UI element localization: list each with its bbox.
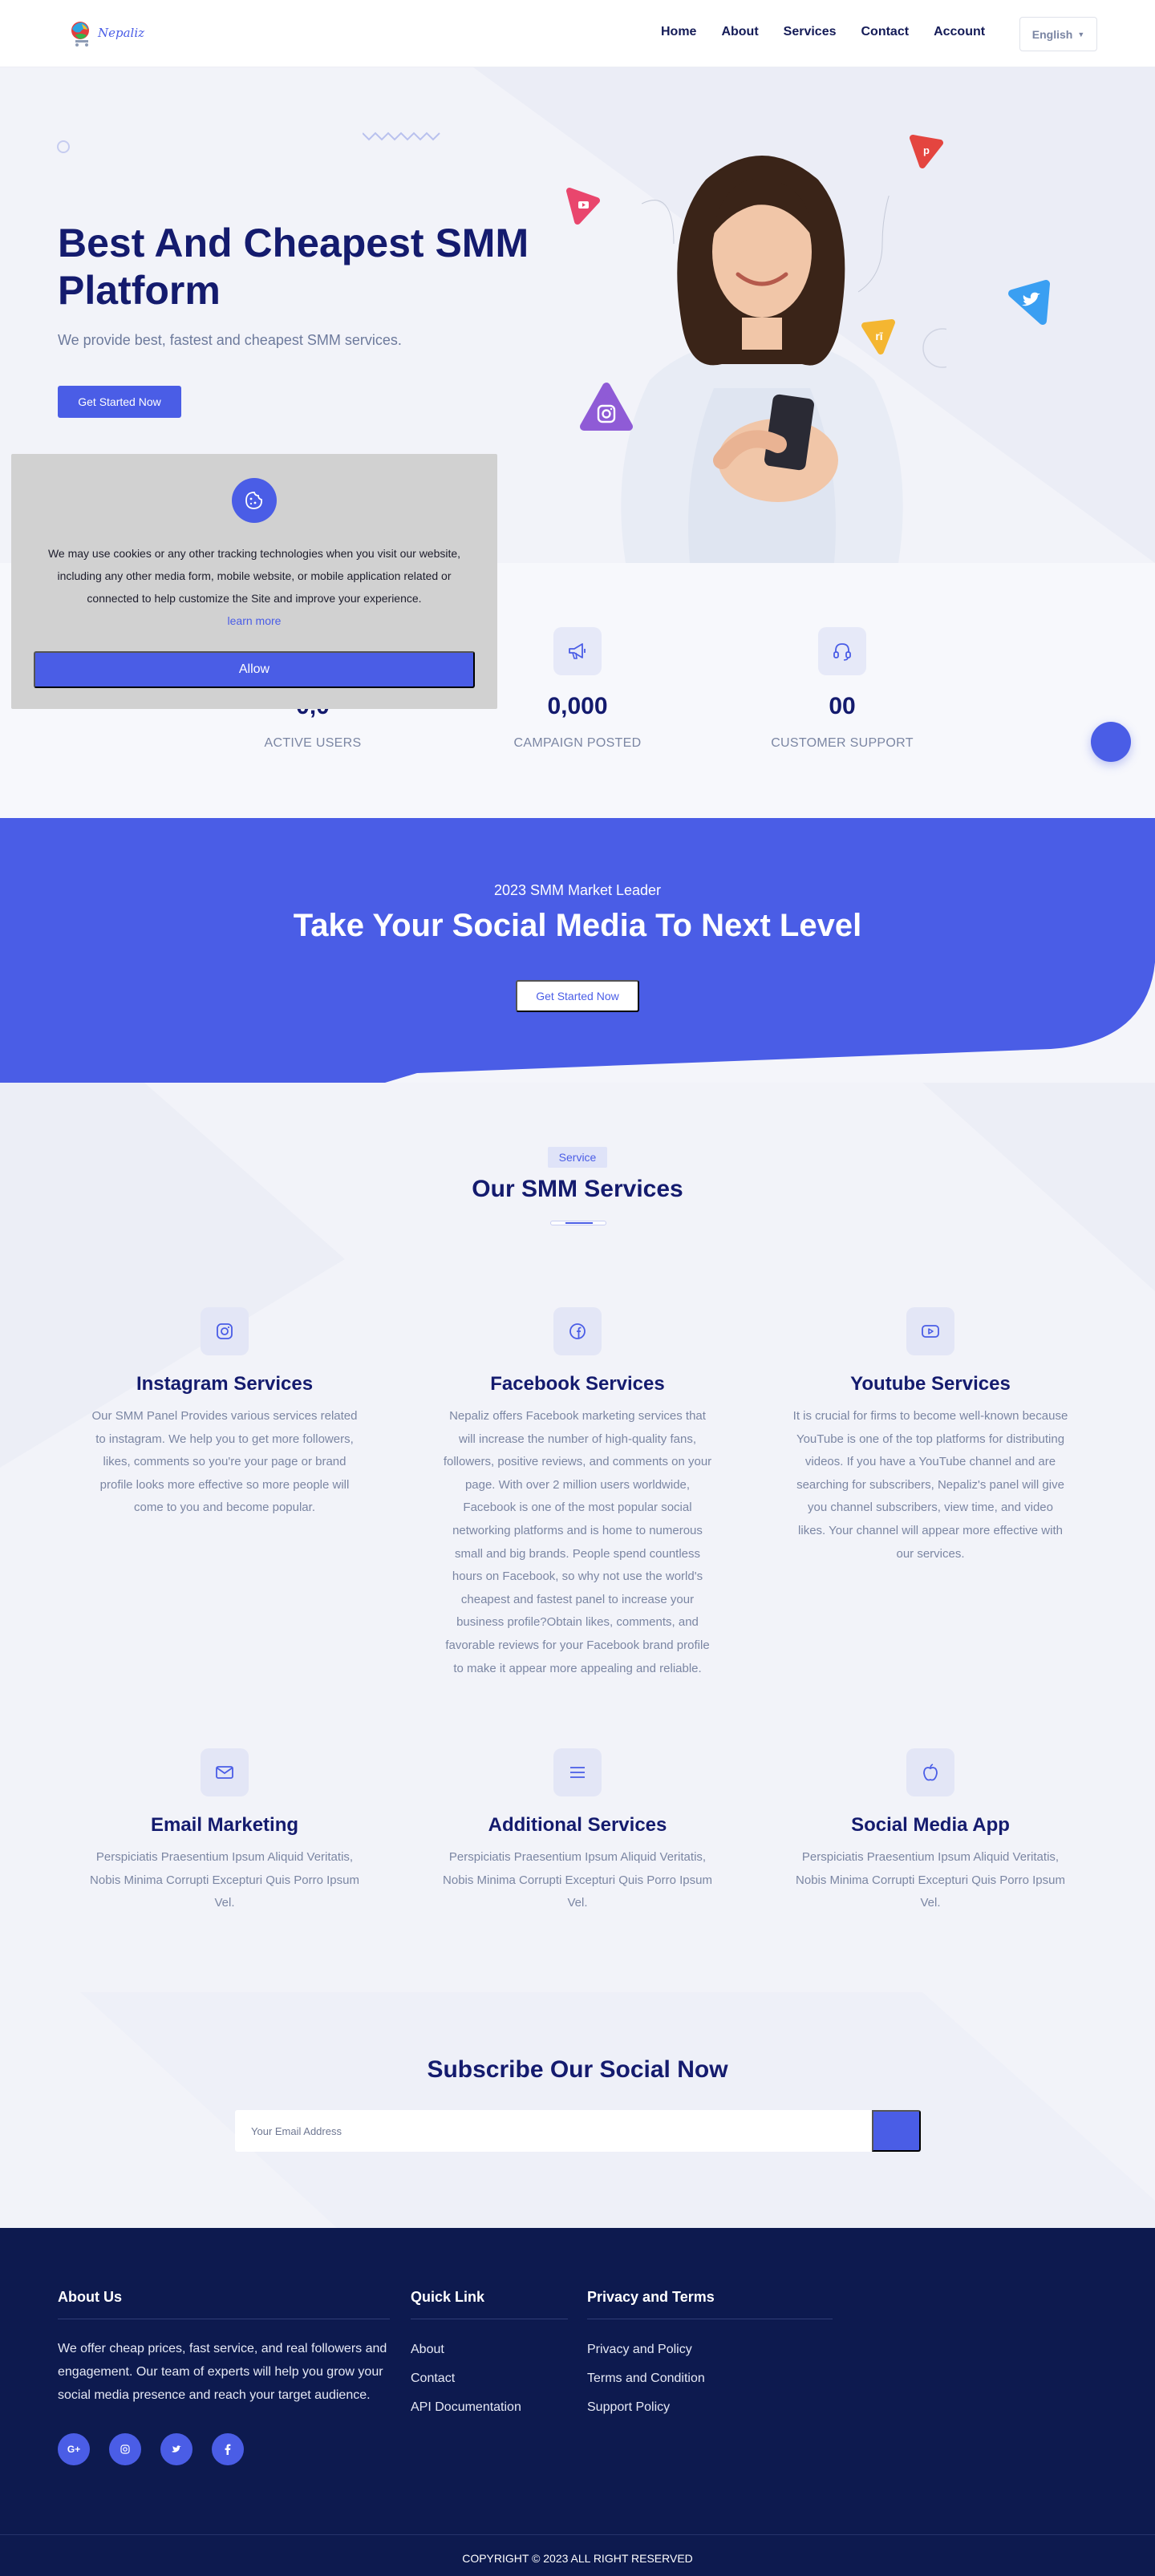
circle-decoration-icon — [57, 140, 70, 153]
services-title: Our SMM Services — [472, 1176, 683, 1202]
logo-text: Nepaliz — [98, 26, 145, 40]
subscribe-email-input[interactable] — [235, 2110, 872, 2152]
service-instagram: Instagram Services Our SMM Panel Provide… — [80, 1307, 369, 1520]
service-desc: Perspiciatis Praesentium Ipsum Aliquid V… — [796, 1850, 1065, 1910]
stat-label: CUSTOMER SUPPORT — [771, 736, 914, 750]
service-name: Email Marketing — [150, 1814, 299, 1836]
hero-get-started-button[interactable]: Get Started Now — [58, 386, 181, 418]
footer-quick-title: Quick Link — [411, 2289, 568, 2319]
facebook-icon[interactable] — [212, 2433, 244, 2465]
service-name: Facebook Services — [490, 1373, 665, 1395]
stat-value: 0,000 — [547, 693, 608, 719]
service-name: Social Media App — [851, 1814, 1010, 1836]
footer-terms-title: Privacy and Terms — [587, 2289, 833, 2319]
language-select[interactable]: English ▼ — [1019, 17, 1097, 51]
service-email-marketing: Email Marketing Perspiciatis Praesentium… — [80, 1748, 369, 1915]
hero-subtitle: We provide best, fastest and cheapest SM… — [58, 332, 402, 348]
service-desc: Nepaliz offers Facebook marketing servic… — [443, 1409, 712, 1675]
logo[interactable]: Nepaliz — [64, 16, 144, 51]
megaphone-icon — [553, 627, 602, 675]
footer-about-text: We offer cheap prices, fast service, and… — [58, 2342, 387, 2402]
nav-services[interactable]: Services — [784, 25, 837, 39]
svg-text:p: p — [923, 144, 930, 156]
caret-down-icon: ▼ — [1077, 30, 1085, 38]
apple-icon — [906, 1748, 954, 1796]
footer-social-links: G+ — [58, 2433, 263, 2465]
services-section: Service Our SMM Services Instagram Servi… — [0, 1083, 1155, 1992]
cta-background-shape — [0, 818, 1155, 1083]
cookie-message: We may use cookies or any other tracking… — [35, 542, 473, 632]
copyright: COPYRIGHT © 2023 ALL RIGHT RESERVED — [462, 2552, 693, 2565]
nav-contact[interactable]: Contact — [861, 25, 910, 39]
nav-about[interactable]: About — [721, 25, 758, 39]
services-badge: Service — [548, 1147, 607, 1168]
language-value: English — [1031, 27, 1073, 41]
footer-about: About Us We offer cheap prices, fast ser… — [58, 2289, 390, 2407]
email-icon — [201, 1748, 249, 1796]
cta-section: 2023 SMM Market Leader Take Your Social … — [0, 818, 1155, 1083]
service-facebook: Facebook Services Nepaliz offers Faceboo… — [433, 1307, 722, 1680]
cookie-allow-button[interactable]: Allow — [34, 651, 475, 688]
youtube-icon — [906, 1307, 954, 1355]
cta-get-started-button[interactable]: Get Started Now — [516, 980, 639, 1012]
nav-home[interactable]: Home — [661, 25, 696, 39]
cookie-icon — [232, 478, 277, 523]
footer-link-privacy[interactable]: Privacy and Policy — [587, 2335, 833, 2364]
main-nav: Home About Services Contact Account — [661, 25, 1010, 39]
instagram-icon[interactable] — [109, 2433, 141, 2465]
service-additional: Additional Services Perspiciatis Praesen… — [433, 1748, 722, 1915]
service-desc: Our SMM Panel Provides various services … — [91, 1409, 358, 1515]
menu-lines-icon — [553, 1748, 602, 1796]
footer-link-support[interactable]: Support Policy — [587, 2393, 833, 2422]
subscribe-section: Subscribe Our Social Now — [0, 1992, 1155, 2228]
twitter-icon[interactable] — [160, 2433, 192, 2465]
footer-privacy-terms: Privacy and Terms Privacy and Policy Ter… — [587, 2289, 833, 2422]
facebook-icon — [553, 1307, 602, 1355]
cookie-learn-more-link[interactable]: learn more — [228, 614, 282, 627]
google-plus-icon[interactable]: G+ — [58, 2433, 90, 2465]
nav-account[interactable]: Account — [934, 25, 985, 39]
stat-value: 00 — [829, 693, 856, 719]
stat-campaign-posted: 0,000 CAMPAIGN POSTED — [497, 627, 658, 751]
stat-customer-support: 00 CUSTOMER SUPPORT — [762, 627, 922, 751]
cta-eyebrow: 2023 SMM Market Leader — [493, 882, 662, 898]
stat-label: ACTIVE USERS — [264, 736, 362, 750]
footer-about-title: About Us — [58, 2289, 390, 2319]
footer-quick-links: Quick Link About Contact API Documentati… — [411, 2289, 568, 2422]
google-plus-label: G+ — [67, 2444, 81, 2455]
service-desc: Perspiciatis Praesentium Ipsum Aliquid V… — [90, 1850, 359, 1910]
stat-label: CAMPAIGN POSTED — [513, 736, 642, 750]
footer-link-api-docs[interactable]: API Documentation — [411, 2393, 568, 2422]
service-desc: It is crucial for firms to become well-k… — [792, 1409, 1068, 1561]
logo-globe-icon — [71, 22, 89, 47]
cookie-message-text: We may use cookies or any other tracking… — [47, 547, 461, 605]
navbar: Nepaliz Home About Services Contact Acco… — [0, 0, 1155, 67]
cookie-consent-banner: We may use cookies or any other tracking… — [11, 454, 497, 709]
service-name: Additional Services — [488, 1814, 667, 1836]
footer: About Us We offer cheap prices, fast ser… — [0, 2228, 1155, 2576]
service-youtube: Youtube Services It is crucial for firms… — [786, 1307, 1075, 1565]
subscribe-title: Subscribe Our Social Now — [427, 2056, 728, 2083]
service-name: Instagram Services — [136, 1373, 314, 1395]
footer-divider — [0, 2534, 1155, 2535]
headset-icon — [818, 627, 866, 675]
floating-chat-button[interactable] — [1091, 722, 1131, 762]
service-social-media-app: Social Media App Perspiciatis Praesentiu… — [786, 1748, 1075, 1915]
instagram-float-icon — [580, 383, 633, 431]
service-desc: Perspiciatis Praesentium Ipsum Aliquid V… — [443, 1850, 712, 1910]
footer-link-terms[interactable]: Terms and Condition — [587, 2364, 833, 2393]
pinterest-float-icon: p — [910, 135, 943, 168]
youtube-float-icon — [566, 188, 600, 225]
cta-title: Take Your Social Media To Next Level — [293, 908, 862, 943]
service-name: Youtube Services — [850, 1373, 1011, 1395]
title-underline — [550, 1221, 606, 1225]
twitter-float-icon — [1008, 280, 1050, 325]
footer-link-contact[interactable]: Contact — [411, 2364, 568, 2393]
zigzag-decoration-icon — [363, 132, 440, 141]
instagram-icon — [201, 1307, 249, 1355]
subscribe-submit-button[interactable] — [872, 2110, 921, 2152]
footer-link-about[interactable]: About — [411, 2335, 568, 2364]
hero-title: Best And Cheapest SMM Platform — [58, 221, 529, 313]
connection-lines-icon — [642, 196, 946, 368]
